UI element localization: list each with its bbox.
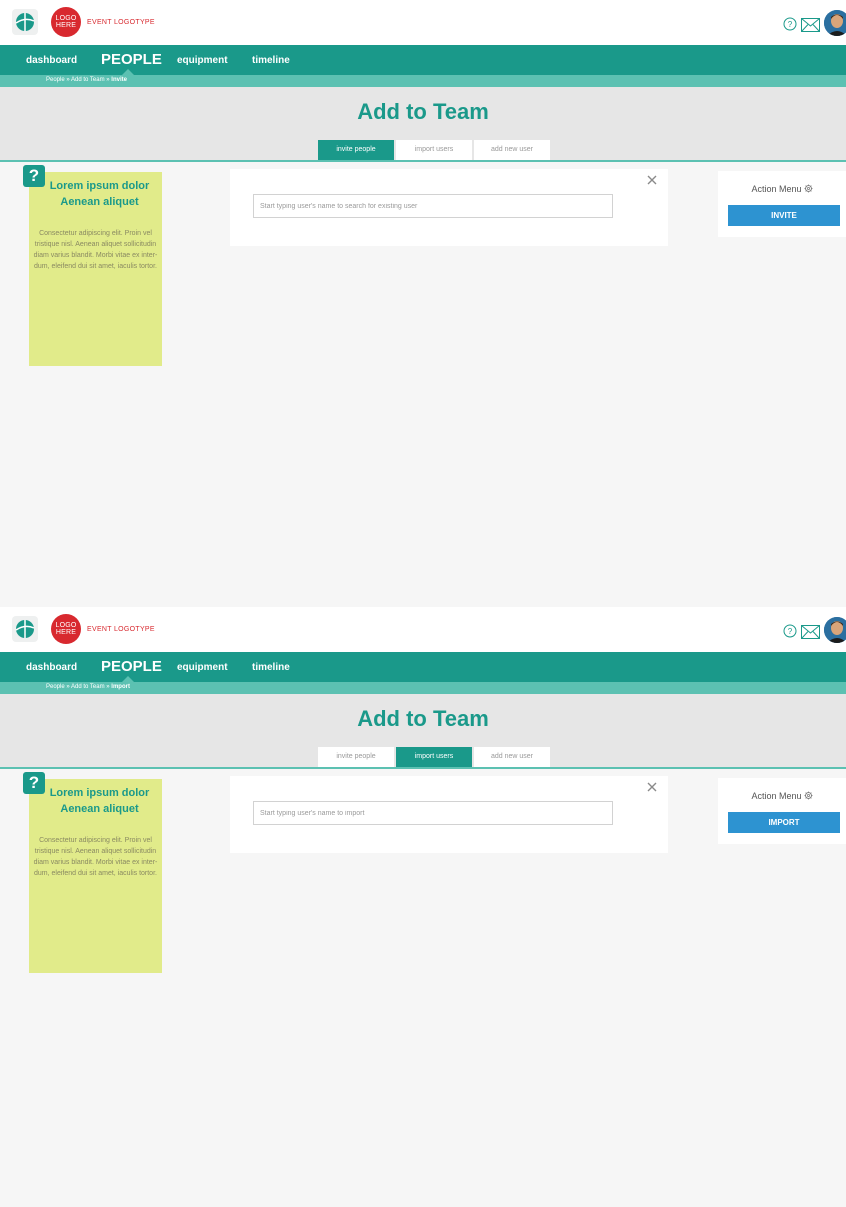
tab-invite-people[interactable]: invite people [318,140,394,160]
app-logo-icon[interactable] [12,616,38,642]
page-title: Add to Team [357,706,489,731]
nav-equipment[interactable]: equipment [177,55,228,66]
action-menu-title: Action Menu [751,791,802,801]
screen-invite: LOGO HERE EVENT LOGOTYPE ? dashboard PEO… [0,0,846,607]
event-logo: LOGO HERE [51,614,81,644]
tab-add-new-user[interactable]: add new user [474,140,550,160]
question-mark-icon: ? [23,165,45,187]
nav-people[interactable]: PEOPLE [101,658,162,675]
import-button[interactable]: IMPORT [728,812,840,833]
invite-button[interactable]: INVITE [728,205,840,226]
page-title: Add to Team [357,99,489,124]
event-logo: LOGO HERE [51,7,81,37]
action-menu: Action Menu IMPORT [718,778,846,844]
nav-timeline[interactable]: timeline [252,55,290,66]
main-nav: dashboard PEOPLE equipment timeline [0,652,846,682]
breadcrumb-current: Invite [111,77,127,83]
help-note: Lorem ipsum dolor Aenean aliquet Consect… [29,779,162,973]
close-icon[interactable] [646,174,658,186]
action-menu-header[interactable]: Action Menu [718,791,846,801]
nav-equipment[interactable]: equipment [177,662,228,673]
breadcrumb: People » Add to Team » Invite [46,77,127,83]
close-icon[interactable] [646,781,658,793]
header-divider [0,160,846,162]
top-bar: LOGO HERE EVENT LOGOTYPE ? [0,607,846,652]
svg-text:?: ? [788,627,793,636]
mail-icon[interactable] [801,625,820,639]
svg-text:?: ? [788,20,793,29]
app-logo-icon[interactable] [12,9,38,35]
breadcrumb-bar: People » Add to Team » Invite [0,75,846,87]
gear-icon[interactable] [803,791,813,800]
page-header: Add to Team invite people import users a… [0,87,846,160]
screen-import: LOGO HERE EVENT LOGOTYPE ? dashboard PEO… [0,607,846,1207]
nav-timeline[interactable]: timeline [252,662,290,673]
nav-people[interactable]: PEOPLE [101,51,162,68]
avatar[interactable] [824,617,846,643]
event-logotype: EVENT LOGOTYPE [87,626,155,633]
action-menu-header[interactable]: Action Menu [718,184,846,194]
tab-invite-people[interactable]: invite people [318,747,394,767]
help-icon[interactable]: ? [783,624,797,638]
help-icon[interactable]: ? [783,17,797,31]
help-note-title: Lorem ipsum dolor Aenean aliquet [49,180,150,208]
help-note-body: Consectetur adipiscing elit. Proin vel t… [33,837,158,877]
question-mark-icon: ? [23,772,45,794]
tab-add-new-user[interactable]: add new user [474,747,550,767]
action-menu-title: Action Menu [751,184,802,194]
tab-import-users[interactable]: import users [396,140,472,160]
nav-dashboard[interactable]: dashboard [26,55,77,66]
breadcrumb-path[interactable]: People » Add to Team » [46,77,111,83]
help-note-title: Lorem ipsum dolor Aenean aliquet [49,787,150,815]
top-bar: LOGO HERE EVENT LOGOTYPE ? [0,0,846,45]
avatar[interactable] [824,10,846,36]
nav-dashboard[interactable]: dashboard [26,662,77,673]
event-logotype: EVENT LOGOTYPE [87,19,155,26]
breadcrumb: People » Add to Team » Import [46,684,130,690]
mail-icon[interactable] [801,18,820,32]
header-divider [0,767,846,769]
gear-icon[interactable] [803,184,813,193]
help-note: Lorem ipsum dolor Aenean aliquet Consect… [29,172,162,366]
import-search-input[interactable] [253,801,613,825]
page-header: Add to Team invite people import users a… [0,694,846,767]
tab-import-users[interactable]: import users [396,747,472,767]
breadcrumb-path[interactable]: People » Add to Team » [46,684,111,690]
user-search-input[interactable] [253,194,613,218]
main-nav: dashboard PEOPLE equipment timeline [0,45,846,75]
breadcrumb-current: Import [111,684,130,690]
breadcrumb-bar: People » Add to Team » Import [0,682,846,694]
help-note-body: Consectetur adipiscing elit. Proin vel t… [33,230,158,270]
action-menu: Action Menu INVITE [718,171,846,237]
